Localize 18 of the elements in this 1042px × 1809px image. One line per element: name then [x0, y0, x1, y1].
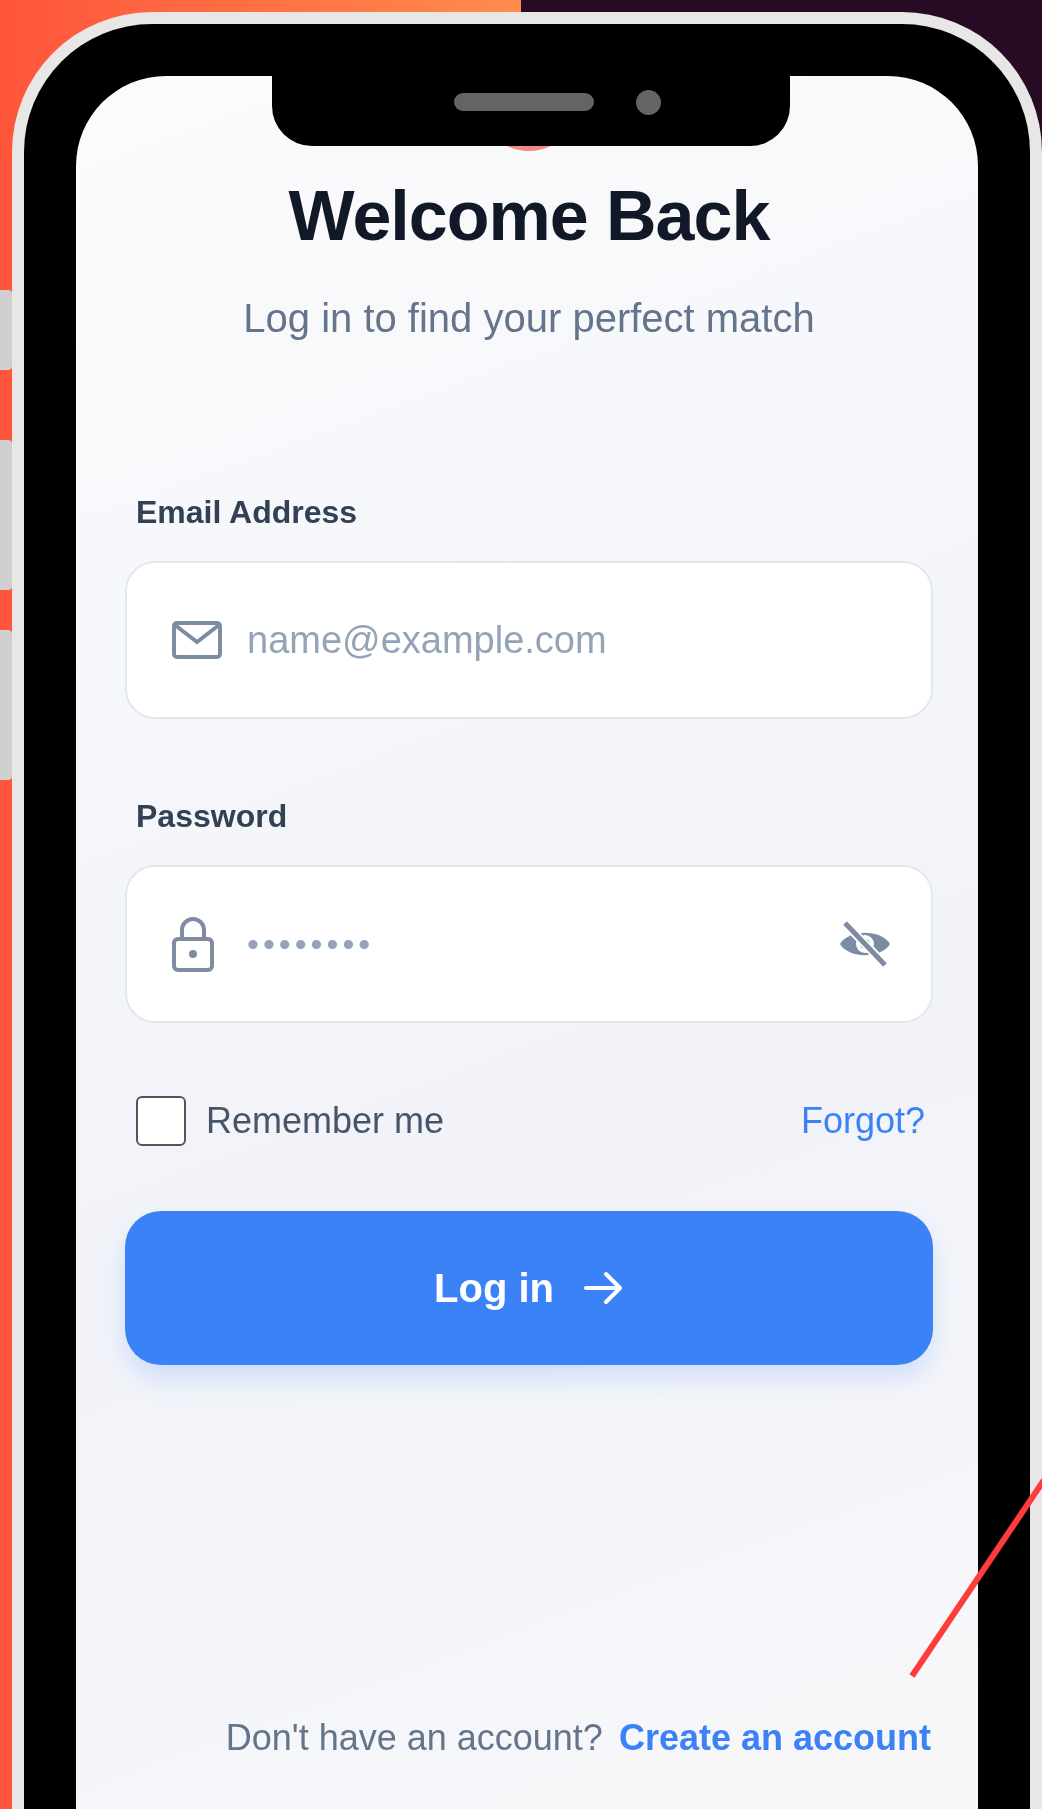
remember-label: Remember me — [206, 1099, 445, 1143]
camera-icon — [636, 90, 661, 115]
welcome-title: Welcome Back — [287, 176, 772, 257]
forgot-link[interactable]: Forgot? — [800, 1099, 925, 1143]
field-label: Password — [136, 797, 289, 836]
mail-icon — [171, 620, 223, 660]
speaker-icon — [454, 93, 594, 111]
subtitle: Log in to find your perfect match — [242, 295, 816, 342]
create-account-link[interactable]: Create an account — [618, 1716, 931, 1760]
field-label: Email Address — [136, 493, 359, 532]
arrow-right-icon — [584, 1270, 624, 1306]
password-field[interactable]: •••••••• — [125, 865, 933, 1023]
eye-slash-icon[interactable] — [837, 919, 893, 969]
lock-icon — [171, 915, 215, 973]
login-button[interactable]: Log in — [125, 1211, 933, 1365]
email-field[interactable]: name@example.com — [125, 561, 933, 719]
remember-checkbox[interactable] — [136, 1096, 186, 1146]
signup-prompt: Don't have an account? — [225, 1716, 603, 1760]
